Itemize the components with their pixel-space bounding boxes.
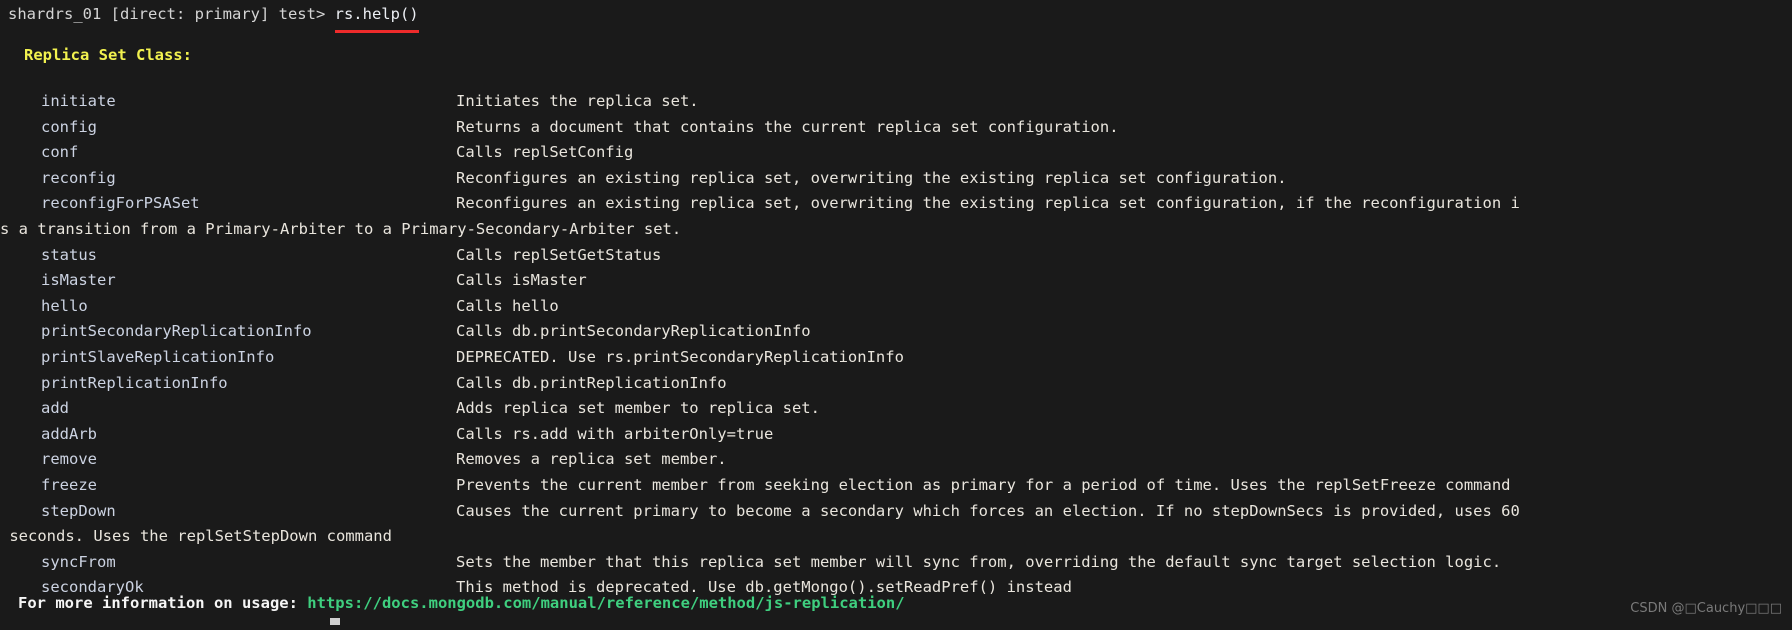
method-description: Reconfigures an existing replica set, ov… — [456, 168, 1287, 187]
documentation-link[interactable]: https://docs.mongodb.com/manual/referenc… — [307, 594, 904, 612]
footer-label: For more information on usage: — [18, 594, 308, 612]
method-name: stepDown — [41, 501, 116, 520]
prompt-prefix: shardrs_01 [direct: primary] test> — [8, 5, 335, 23]
method-description: Calls isMaster — [456, 271, 587, 290]
csdn-watermark: CSDN @□Cauchy□□□ — [1630, 601, 1782, 616]
method-name: reconfig — [41, 168, 116, 187]
section-heading: Replica Set Class: — [24, 46, 192, 64]
method-description: Returns a document that contains the cur… — [456, 117, 1119, 136]
terminal-window[interactable]: shardrs_01 [direct: primary] test> rs.he… — [0, 0, 1792, 630]
method-description: Sets the member that this replica set me… — [456, 552, 1502, 571]
method-description: Calls replSetGetStatus — [456, 245, 662, 264]
method-description: DEPRECATED. Use rs.printSecondaryReplica… — [456, 348, 904, 366]
method-description: Calls replSetConfig — [456, 143, 634, 162]
method-name: add — [41, 399, 69, 418]
prompt-command: rs.help() — [334, 2, 419, 33]
method-description: Calls db.printSecondaryReplicationInfo — [456, 322, 811, 341]
method-description: Reconfigures an existing replica set, ov… — [456, 194, 1520, 213]
method-name: printSlaveReplicationInfo — [41, 348, 275, 366]
method-description: Adds replica set member to replica set. — [456, 399, 820, 418]
method-description: Prevents the current member from seeking… — [456, 476, 1511, 494]
method-name: conf — [41, 143, 79, 162]
method-description-wrap: s a transition from a Primary-Arbiter to… — [0, 220, 682, 238]
method-description: Causes the current primary to become a s… — [456, 501, 1520, 520]
prompt-line: shardrs_01 [direct: primary] test> rs.he… — [8, 2, 419, 33]
method-name: addArb — [41, 424, 97, 443]
method-name: config — [41, 117, 97, 136]
method-name: isMaster — [41, 271, 116, 290]
method-name: freeze — [41, 476, 97, 494]
method-description: Calls db.printReplicationInfo — [456, 373, 727, 392]
text-cursor — [330, 618, 340, 625]
method-description-wrap: seconds. Uses the replSetStepDown comman… — [0, 527, 392, 546]
footer-line: For more information on usage: https://d… — [18, 591, 905, 617]
method-name: hello — [41, 296, 88, 315]
method-name: remove — [41, 450, 97, 469]
method-description: Calls rs.add with arbiterOnly=true — [456, 424, 774, 443]
method-name: reconfigForPSASet — [41, 194, 200, 213]
method-name: initiate — [41, 92, 116, 110]
command-underline-annotation — [334, 29, 419, 33]
prompt-command-text: rs.help() — [334, 5, 419, 23]
method-name: printReplicationInfo — [41, 373, 228, 392]
method-description: Calls hello — [456, 296, 559, 315]
method-name: status — [41, 245, 97, 264]
method-name: printSecondaryReplicationInfo — [41, 322, 312, 341]
method-name: syncFrom — [41, 552, 116, 571]
method-description: Removes a replica set member. — [456, 450, 727, 469]
method-description: Initiates the replica set. — [456, 92, 699, 110]
